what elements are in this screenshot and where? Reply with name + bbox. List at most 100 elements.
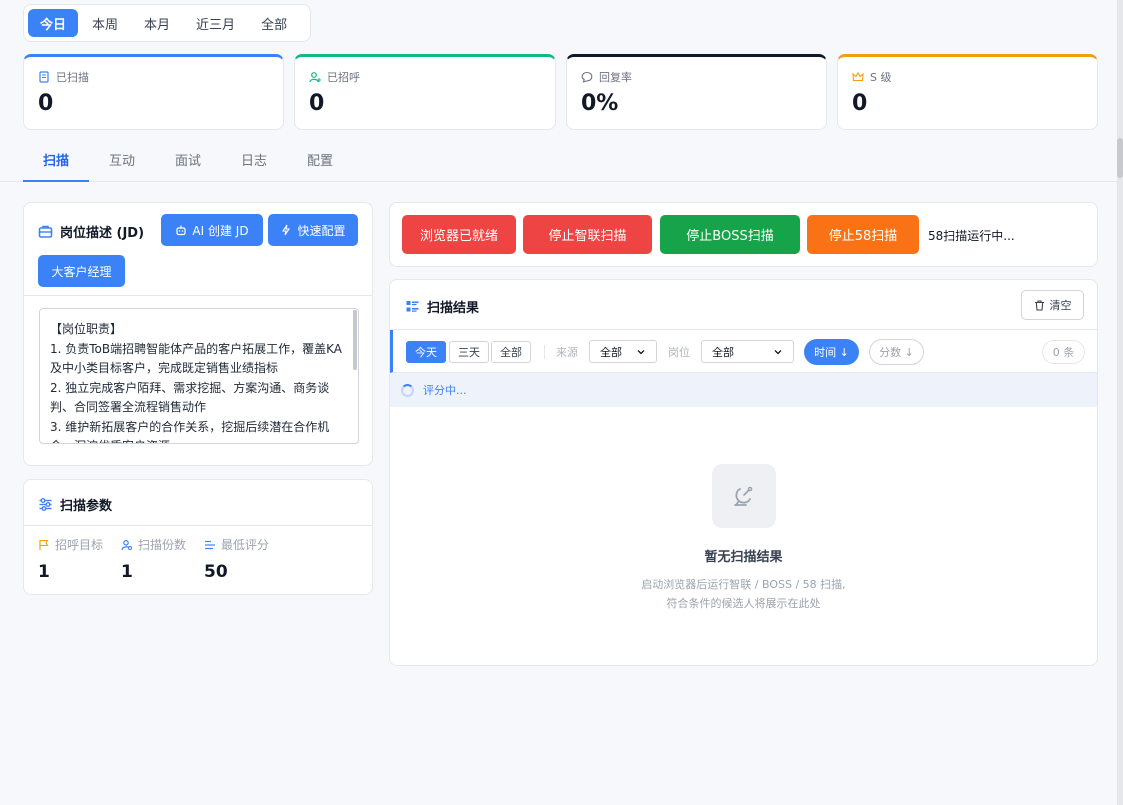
range-chip-today[interactable]: 今天 — [406, 341, 446, 363]
stop-58-scan-button[interactable]: 停止58扫描 — [807, 215, 919, 254]
period-tab-week[interactable]: 本周 — [80, 9, 130, 37]
clear-results-label: 清空 — [1049, 299, 1072, 312]
stat-label: 已扫描 — [56, 71, 89, 84]
app-root: 今日 本周 本月 近三月 全部 已扫描 0 已招呼 0 回复率 0% S 级 0 — [0, 0, 1117, 805]
param-min-score: 最低评分 50 — [204, 536, 269, 582]
position-select[interactable]: 全部 — [701, 340, 794, 363]
scan-results-title-text: 扫描结果 — [427, 301, 480, 316]
scoring-status-text: 评分中... — [423, 384, 467, 397]
jd-textarea-scrollbar[interactable] — [353, 310, 357, 370]
stat-card-s-level: S 级 0 — [837, 54, 1098, 130]
clear-results-button[interactable]: 清空 — [1021, 290, 1084, 320]
empty-state-description: 启动浏览器后运行智联 / BOSS / 58 扫描, 符合条件的候选人将展示在此… — [390, 575, 1097, 613]
stat-label: 已招呼 — [327, 71, 360, 84]
stat-label: 回复率 — [599, 71, 632, 84]
stat-value: 0% — [581, 91, 619, 116]
results-filter-row: 今天 三天 全部 来源 全部 岗位 全部 时间 ↓ 分数 ↓ 0 条 — [390, 330, 1097, 373]
position-tag-button[interactable]: 大客户经理 — [38, 255, 125, 287]
scan-status-text: 58扫描运行中... — [928, 229, 1015, 243]
param-label: 扫描份数 — [138, 538, 187, 552]
empty-state-icon-box — [712, 464, 776, 528]
source-select-value: 全部 — [600, 345, 622, 359]
position-tag-label: 大客户经理 — [51, 264, 112, 279]
chevron-down-icon — [774, 349, 782, 354]
trash-icon — [1034, 299, 1044, 311]
period-tab-three-months[interactable]: 近三月 — [184, 9, 247, 37]
period-tab-month[interactable]: 本月 — [132, 9, 182, 37]
tab-interview[interactable]: 面试 — [155, 138, 221, 181]
range-chip-all[interactable]: 全部 — [491, 341, 531, 363]
sort-score-button[interactable]: 分数 ↓ — [869, 339, 924, 365]
scoring-status-row: 评分中... — [390, 373, 1097, 407]
robot-icon — [176, 225, 187, 236]
scan-results-header: 扫描结果 清空 — [390, 280, 1097, 330]
param-greet-target: 招呼目标 1 — [38, 536, 103, 582]
results-count-badge: 0 条 — [1042, 340, 1085, 364]
stat-card-greeted: 已招呼 0 — [294, 54, 556, 130]
stat-card-scanned: 已扫描 0 — [23, 54, 284, 130]
stop-boss-scan-button[interactable]: 停止BOSS扫描 — [660, 215, 800, 254]
param-value: 1 — [38, 562, 50, 582]
sliders-icon — [39, 498, 52, 511]
tab-config[interactable]: 配置 — [287, 138, 353, 181]
tab-log[interactable]: 日志 — [221, 138, 287, 181]
stat-value: 0 — [38, 91, 54, 116]
param-label: 最低评分 — [221, 538, 270, 552]
radar-icon — [734, 486, 753, 506]
param-label: 招呼目标 — [55, 538, 104, 552]
scan-results-title: 扫描结果 — [405, 297, 479, 316]
empty-state-line: 启动浏览器后运行智联 / BOSS / 58 扫描, — [641, 578, 846, 591]
chat-bubble-icon — [581, 71, 593, 83]
sort-time-button[interactable]: 时间 ↓ — [804, 339, 859, 365]
jd-card-title: 岗位描述 (JD) — [38, 222, 144, 241]
stat-card-reply-rate: 回复率 0% — [566, 54, 827, 130]
scan-params-header: 扫描参数 — [24, 480, 372, 526]
user-search-icon — [121, 539, 132, 550]
source-filter-label: 来源 — [556, 346, 578, 359]
scan-params-card: 扫描参数 招呼目标 1 扫描份数 1 最低评分 50 — [23, 479, 373, 595]
period-filter: 今日 本周 本月 近三月 全部 — [23, 4, 311, 42]
loading-spinner-icon — [401, 383, 414, 397]
scan-params-title: 扫描参数 — [38, 495, 112, 514]
tab-interaction[interactable]: 互动 — [89, 138, 155, 181]
empty-state-title: 暂无扫描结果 — [704, 550, 783, 565]
lightning-icon — [282, 224, 291, 236]
stat-value: 0 — [309, 91, 325, 116]
stat-label: S 级 — [870, 71, 892, 84]
stop-zhilian-scan-button[interactable]: 停止智联扫描 — [523, 215, 652, 254]
quick-config-label: 快速配置 — [297, 223, 346, 238]
main-tabs: 扫描 互动 面试 日志 配置 — [0, 138, 1117, 182]
browser-ready-button[interactable]: 浏览器已就绪 — [402, 215, 516, 254]
quick-config-button[interactable]: 快速配置 — [268, 214, 358, 246]
list-icon — [406, 301, 419, 312]
page-scrollbar-thumb[interactable] — [1117, 138, 1123, 178]
param-value: 1 — [121, 562, 133, 582]
scan-action-bar: 浏览器已就绪 停止智联扫描 停止BOSS扫描 停止58扫描 58扫描运行中... — [389, 202, 1098, 267]
page-scrollbar[interactable] — [1117, 0, 1123, 805]
source-select[interactable]: 全部 — [589, 340, 657, 363]
jd-card: 岗位描述 (JD) AI 创建 JD 快速配置 大客户经理 【岗位职责】 1. … — [23, 202, 373, 466]
jd-textarea[interactable]: 【岗位职责】 1. 负责ToB端招聘智能体产品的客户拓展工作，覆盖KA及中小类目… — [39, 308, 359, 444]
scan-params-title-text: 扫描参数 — [60, 499, 113, 514]
chevron-down-icon — [637, 349, 645, 354]
tab-scan[interactable]: 扫描 — [23, 138, 89, 182]
briefcase-icon — [38, 225, 53, 238]
position-select-value: 全部 — [712, 345, 734, 359]
ai-create-jd-button[interactable]: AI 创建 JD — [161, 214, 263, 246]
flag-icon — [39, 539, 49, 550]
document-icon — [39, 71, 49, 83]
jd-divider — [24, 295, 372, 296]
stat-value: 0 — [852, 91, 868, 116]
jd-title-text: 岗位描述 (JD) — [60, 226, 145, 241]
param-value: 50 — [204, 562, 228, 582]
bars-icon — [205, 540, 215, 549]
param-scan-count: 扫描份数 1 — [121, 536, 186, 582]
period-tab-all[interactable]: 全部 — [249, 9, 299, 37]
ai-create-jd-label: AI 创建 JD — [192, 223, 249, 238]
crown-icon — [852, 71, 864, 82]
period-tab-today[interactable]: 今日 — [28, 9, 79, 37]
filter-divider — [544, 345, 545, 359]
scan-results-card: 扫描结果 清空 今天 三天 全部 来源 全部 岗位 全部 时间 ↓ 分数 ↓ 0… — [389, 279, 1098, 666]
range-chip-three-days[interactable]: 三天 — [449, 341, 489, 363]
empty-state-line: 符合条件的候选人将展示在此处 — [666, 597, 821, 610]
